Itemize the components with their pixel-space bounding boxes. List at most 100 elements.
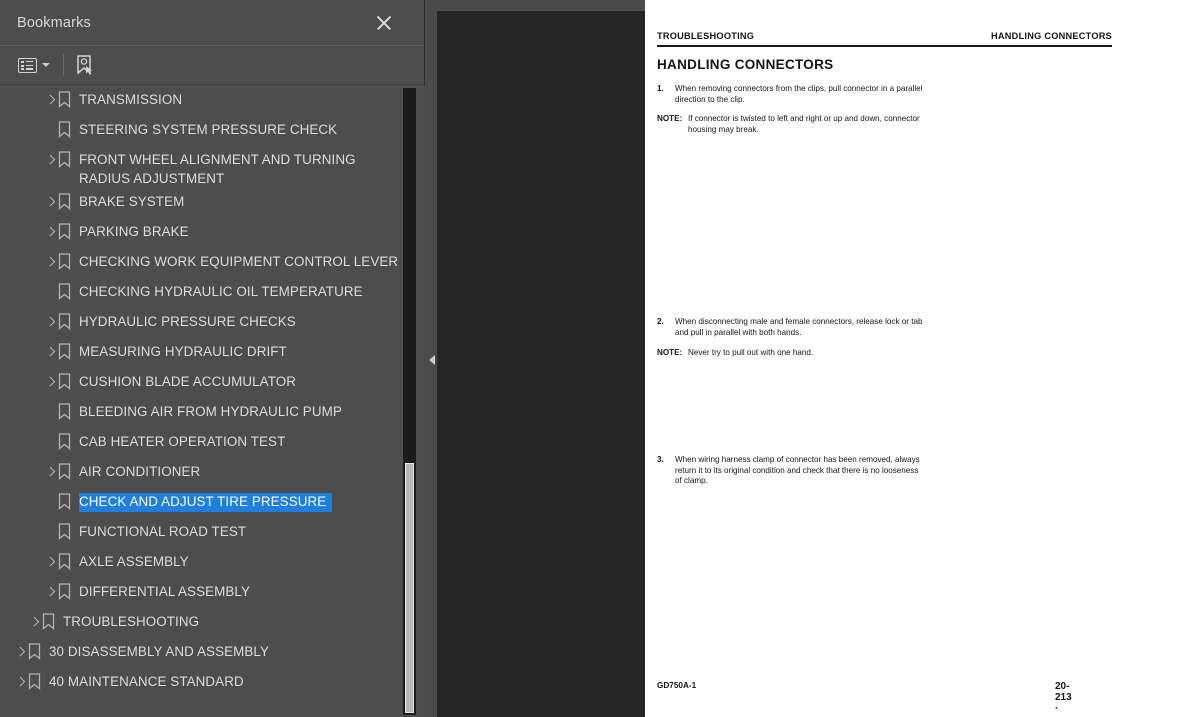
header-rule <box>657 45 1112 47</box>
bookmark-item[interactable]: BLEEDING AIR FROM HYDRAULIC PUMP <box>0 398 425 428</box>
chevron-right-icon[interactable] <box>44 253 58 273</box>
bookmark-item[interactable]: AIR CONDITIONER <box>0 458 425 488</box>
bookmark-icon <box>58 523 75 542</box>
list-item-text: When disconnecting male and female conne… <box>675 317 923 337</box>
footer-right: 20-213 · <box>1055 681 1072 714</box>
bookmark-icon <box>58 283 75 302</box>
chevron-right-icon[interactable] <box>44 223 58 243</box>
bookmark-item[interactable]: AXLE ASSEMBLY <box>0 548 425 578</box>
bookmark-item-label: CAB HEATER OPERATION TEST <box>79 434 286 449</box>
chevron-right-icon[interactable] <box>44 343 58 363</box>
bookmark-item[interactable]: FRONT WHEEL ALIGNMENT AND TURNING RADIUS… <box>0 146 425 188</box>
bookmark-icon <box>42 613 59 632</box>
pdf-page: TROUBLESHOOTING HANDLING CONNECTORS HAND… <box>645 0 1200 717</box>
note-block: NOTE: Never try to pull out with one han… <box>657 348 925 359</box>
list-icon-glyph <box>18 57 37 73</box>
note-label: NOTE: <box>657 348 683 357</box>
chevron-right-icon[interactable] <box>44 313 58 333</box>
bookmarks-scrollbar-thumb[interactable] <box>405 463 414 713</box>
chevron-right-icon[interactable] <box>28 613 42 633</box>
bookmark-item[interactable]: HYDRAULIC PRESSURE CHECKS <box>0 308 425 338</box>
bookmark-icon <box>58 583 75 602</box>
chevron-right-icon[interactable] <box>44 91 58 111</box>
triangle-left-glyph <box>428 355 435 365</box>
list-item-text: When wiring harness clamp of connector h… <box>675 455 920 486</box>
bookmark-icon <box>28 643 45 662</box>
bookmark-item[interactable]: DIFFERENTIAL ASSEMBLY <box>0 578 425 608</box>
page-content: TROUBLESHOOTING HANDLING CONNECTORS HAND… <box>645 0 1200 717</box>
chevron-right-icon[interactable] <box>14 643 28 663</box>
note-label: NOTE: <box>657 114 683 123</box>
bookmark-item[interactable]: CHECKING WORK EQUIPMENT CONTROL LEVER <box>0 248 425 278</box>
bookmark-item[interactable]: PARKING BRAKE <box>0 218 425 248</box>
bookmark-item-label: PARKING BRAKE <box>79 224 189 239</box>
bookmark-icon <box>58 313 75 332</box>
collapse-left-triangle-icon[interactable] <box>426 345 437 375</box>
bookmark-item-label: STEERING SYSTEM PRESSURE CHECK <box>79 122 338 137</box>
bookmark-item[interactable]: 40 MAINTENANCE STANDARD <box>0 668 425 698</box>
bookmark-item-label: CHECKING HYDRAULIC OIL TEMPERATURE <box>79 284 363 299</box>
bookmark-item-label: CHECK AND ADJUST TIRE PRESSURE <box>79 493 333 512</box>
bookmark-icon <box>58 343 75 362</box>
note-block: NOTE: If connector is twisted to left an… <box>657 114 925 135</box>
bookmark-icon <box>58 91 75 110</box>
bookmarks-scrollbar-track[interactable] <box>403 88 416 715</box>
bookmark-item[interactable]: TROUBLESHOOTING <box>0 608 425 638</box>
bookmark-item-label: CHECKING WORK EQUIPMENT CONTROL LEVER <box>79 254 399 269</box>
bookmark-item-label: 30 DISASSEMBLY AND ASSEMBLY <box>49 644 270 659</box>
bookmark-icon <box>58 223 75 242</box>
bookmarks-panel-header: Bookmarks <box>0 0 424 46</box>
bookmark-item-label: DIFFERENTIAL ASSEMBLY <box>79 584 251 599</box>
bookmark-item-label: BLEEDING AIR FROM HYDRAULIC PUMP <box>79 404 342 419</box>
list-item: 2. When disconnecting male and female co… <box>657 317 925 338</box>
list-item: 1. When removing connectors from the cli… <box>657 84 925 105</box>
bookmark-item[interactable]: MEASURING HYDRAULIC DRIFT <box>0 338 425 368</box>
bookmark-icon <box>58 373 75 392</box>
bookmark-item-label: TROUBLESHOOTING <box>63 614 200 629</box>
chevron-right-icon[interactable] <box>44 553 58 573</box>
bookmark-item[interactable]: FUNCTIONAL ROAD TEST <box>0 518 425 548</box>
document-viewer: TROUBLESHOOTING HANDLING CONNECTORS HAND… <box>437 0 1200 717</box>
chevron-right-icon[interactable] <box>44 583 58 603</box>
bookmark-cursor-icon[interactable] <box>75 54 95 76</box>
chevron-right-icon[interactable] <box>44 373 58 393</box>
bookmark-item[interactable]: CHECK AND ADJUST TIRE PRESSURE <box>0 488 425 518</box>
list-item-number: 2. <box>657 317 664 326</box>
list-options-icon[interactable] <box>18 57 50 73</box>
bookmark-item-label: FRONT WHEEL ALIGNMENT AND TURNING RADIUS… <box>79 152 356 186</box>
chevron-right-icon[interactable] <box>44 151 58 171</box>
bookmark-icon <box>58 463 75 482</box>
bookmark-item-label: TRANSMISSION <box>79 92 183 107</box>
page-title: HANDLING CONNECTORS <box>657 57 834 72</box>
bookmark-icon <box>58 253 75 272</box>
bookmark-item[interactable]: BRAKE SYSTEM <box>0 188 425 218</box>
bookmark-item-label: AXLE ASSEMBLY <box>79 554 189 569</box>
bookmark-item-label: MEASURING HYDRAULIC DRIFT <box>79 344 287 359</box>
bookmark-item[interactable]: STEERING SYSTEM PRESSURE CHECK <box>0 116 425 146</box>
list-item: 3. When wiring harness clamp of connecto… <box>657 455 925 487</box>
chevron-down-icon <box>42 63 50 67</box>
bookmark-icon <box>58 433 75 452</box>
bookmarks-tree[interactable]: TRANSMISSION STEERING SYSTEM PRESSURE CHE… <box>0 86 425 717</box>
note-text: If connector is twisted to left and righ… <box>688 114 920 134</box>
bookmark-item[interactable]: 30 DISASSEMBLY AND ASSEMBLY <box>0 638 425 668</box>
bookmark-item[interactable]: CAB HEATER OPERATION TEST <box>0 428 425 458</box>
footer-left: GD750A-1 <box>657 681 697 690</box>
pdf-viewer-window: Bookmarks TRANSMISSION STEERING SYSTEM P… <box>0 0 1200 717</box>
chevron-right-icon[interactable] <box>44 463 58 483</box>
bookmark-icon <box>28 673 45 692</box>
close-icon[interactable] <box>373 12 395 34</box>
chevron-right-icon[interactable] <box>44 193 58 213</box>
bookmarks-toolbar <box>0 46 424 122</box>
chevron-right-icon[interactable] <box>14 673 28 693</box>
bookmark-item[interactable]: CHECKING HYDRAULIC OIL TEMPERATURE <box>0 278 425 308</box>
bookmark-item[interactable]: TRANSMISSION <box>0 86 425 116</box>
bookmark-icon <box>58 553 75 572</box>
bookmark-item[interactable]: CUSHION BLADE ACCUMULATOR <box>0 368 425 398</box>
bookmarks-panel: Bookmarks TRANSMISSION STEERING SYSTEM P… <box>0 0 425 717</box>
